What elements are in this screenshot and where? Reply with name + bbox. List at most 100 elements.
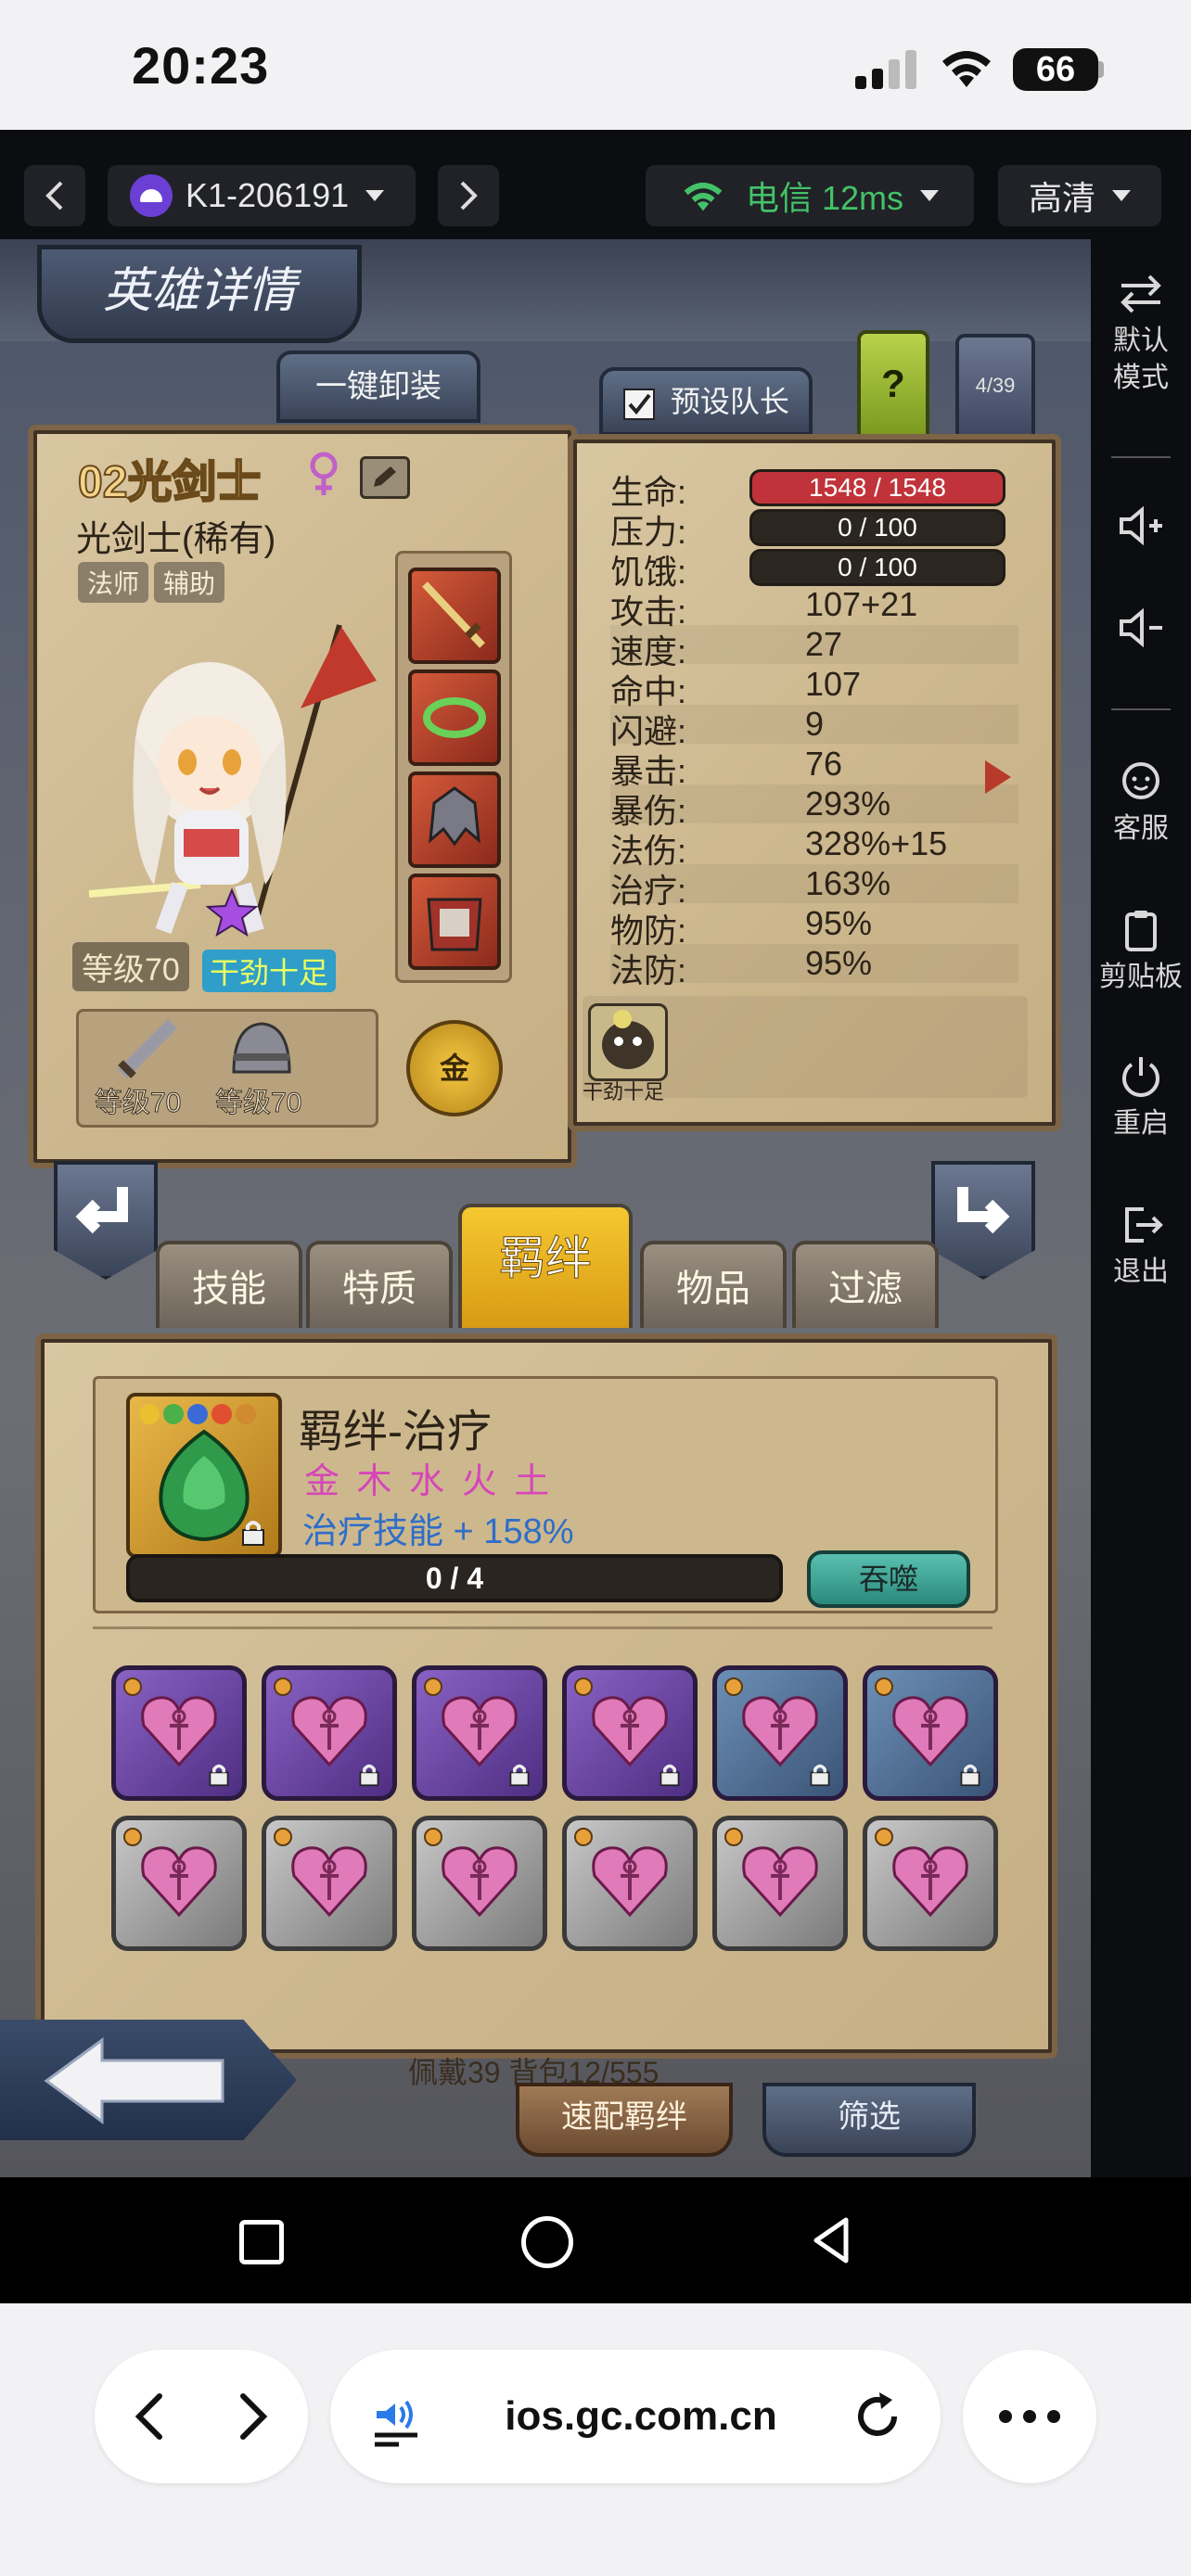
gem-slot[interactable] bbox=[712, 1816, 848, 1951]
hero-name: 02光剑士 bbox=[77, 457, 262, 508]
heart-gem-icon bbox=[892, 1846, 968, 1918]
chevron-right-icon bbox=[460, 181, 478, 210]
clipboard-button[interactable]: 剪贴板 bbox=[1091, 909, 1191, 996]
mood-face-icon bbox=[602, 1010, 654, 1069]
checkbox-checked-icon bbox=[623, 388, 655, 420]
browser-forward-icon[interactable] bbox=[230, 2391, 276, 2442]
more-button[interactable] bbox=[963, 2350, 1096, 2483]
heart-gem-icon bbox=[892, 1696, 968, 1767]
gem-slot[interactable] bbox=[562, 1816, 698, 1951]
next-device-button[interactable] bbox=[438, 165, 499, 226]
bond-gem-slot[interactable] bbox=[126, 1393, 282, 1558]
equip-slot-sword[interactable] bbox=[408, 567, 501, 664]
stat-hunger: 饥饿: 0 / 100 bbox=[610, 545, 1018, 591]
bond-progress-text: 0 / 4 bbox=[425, 1562, 484, 1595]
gem-slot[interactable] bbox=[562, 1665, 698, 1801]
sword-icon bbox=[422, 581, 485, 648]
hp-bar: 1548 / 1548 bbox=[749, 469, 1005, 506]
mood-status-icon[interactable] bbox=[588, 1003, 668, 1081]
gem-slot[interactable] bbox=[412, 1665, 547, 1801]
filter-button[interactable]: 筛选 bbox=[762, 2083, 976, 2157]
screen-title: 英雄详情 bbox=[37, 245, 362, 343]
gem-slot[interactable] bbox=[111, 1665, 247, 1801]
gem-slot[interactable] bbox=[111, 1816, 247, 1951]
volume-down-button[interactable] bbox=[1091, 606, 1191, 657]
back-button[interactable] bbox=[0, 2020, 297, 2140]
quick-bond-button[interactable]: 速配羁绊 bbox=[516, 2083, 733, 2157]
tab-items[interactable]: 物品 bbox=[640, 1241, 787, 1328]
power-icon bbox=[1122, 1057, 1159, 1097]
bond-elements: 金 木 水 火 土 bbox=[304, 1462, 554, 1501]
preset-leader-label: 预设队长 bbox=[670, 385, 789, 418]
equip-slot-ring[interactable] bbox=[408, 670, 501, 766]
support-label: 客服 bbox=[1113, 813, 1169, 844]
game-screen[interactable]: 英雄详情 一键卸装 预设队长 ? 4/39 02光剑士 光剑士(稀有) 法师 辅… bbox=[0, 239, 1091, 2177]
devour-button[interactable]: 吞噬 bbox=[807, 1550, 970, 1608]
gem-slot[interactable] bbox=[412, 1816, 547, 1951]
gem-slot[interactable] bbox=[262, 1816, 397, 1951]
restart-button[interactable]: 重启 bbox=[1091, 1055, 1191, 1142]
stat-healing: 治疗: 163% bbox=[610, 864, 1018, 910]
exit-button[interactable]: 退出 bbox=[1091, 1204, 1191, 1291]
bond-effect: 治疗技能 + 158% bbox=[302, 1512, 574, 1551]
gem-slot[interactable] bbox=[262, 1665, 397, 1801]
read-aloud-icon[interactable] bbox=[371, 2385, 421, 2450]
weapon-level: 等级70 bbox=[94, 1088, 182, 1119]
browser-back-icon[interactable] bbox=[126, 2391, 173, 2442]
stat-stress: 压力: 0 / 100 bbox=[610, 505, 1018, 551]
stat-speed: 速度: 27 bbox=[610, 625, 1018, 670]
heart-gem-icon bbox=[592, 1696, 668, 1767]
gold-badge[interactable]: 金 bbox=[406, 1020, 503, 1116]
wood-element-dot bbox=[163, 1404, 184, 1424]
device-selector[interactable]: K1-206191 bbox=[108, 165, 416, 226]
arrow-right-icon bbox=[957, 1187, 1010, 1234]
hero-mood: 干劲十足 bbox=[202, 950, 337, 992]
quality-selector[interactable]: 高清 bbox=[998, 165, 1161, 226]
prev-device-button[interactable] bbox=[24, 165, 85, 226]
gem-badge-dot bbox=[274, 1828, 292, 1846]
ring-icon bbox=[423, 697, 486, 738]
pencil-icon bbox=[374, 466, 396, 487]
prev-hero-button[interactable] bbox=[54, 1161, 158, 1280]
tab-filter[interactable]: 过滤 bbox=[792, 1241, 939, 1328]
gem-slot[interactable] bbox=[863, 1816, 998, 1951]
default-mode-button[interactable]: 默认 模式 bbox=[1091, 273, 1191, 397]
equip-slot-armor[interactable] bbox=[408, 874, 501, 970]
support-button[interactable]: 客服 bbox=[1091, 760, 1191, 848]
gem-slot[interactable] bbox=[712, 1665, 848, 1801]
next-hero-button[interactable] bbox=[931, 1161, 1035, 1280]
unequip-all-button[interactable]: 一键卸装 bbox=[276, 351, 480, 423]
arrow-left-icon bbox=[75, 1187, 128, 1234]
home-button[interactable] bbox=[521, 2216, 573, 2268]
heart-gem-icon bbox=[442, 1696, 518, 1767]
address-bar[interactable]: ios.gc.com.cn bbox=[330, 2350, 941, 2483]
recents-button[interactable] bbox=[239, 2220, 284, 2264]
expand-stats-arrow-icon[interactable] bbox=[981, 757, 1015, 797]
equip-slot-helmet[interactable] bbox=[408, 772, 501, 868]
status-bar: 20:23 66 bbox=[0, 0, 1191, 130]
tab-traits[interactable]: 特质 bbox=[306, 1241, 453, 1328]
exit-label: 退出 bbox=[1113, 1256, 1169, 1287]
volume-up-button[interactable] bbox=[1091, 504, 1191, 555]
edit-name-button[interactable] bbox=[360, 456, 410, 499]
armor-level: 等级70 bbox=[214, 1088, 302, 1119]
network-selector[interactable]: 电信 12ms bbox=[646, 165, 974, 226]
bond-title: 羁绊-治疗 bbox=[299, 1408, 492, 1457]
tab-bonds[interactable]: 羁绊 bbox=[458, 1204, 633, 1328]
back-nav-button[interactable] bbox=[809, 2216, 855, 2264]
signal-icon bbox=[855, 50, 916, 89]
earth-element-dot bbox=[236, 1404, 256, 1424]
reload-icon[interactable] bbox=[852, 2391, 905, 2444]
star-icon bbox=[206, 888, 258, 937]
device-name: K1-206191 bbox=[186, 176, 350, 214]
exit-icon bbox=[1125, 1207, 1163, 1243]
gem-slot[interactable] bbox=[863, 1665, 998, 1801]
volume-up-icon bbox=[1120, 505, 1162, 546]
lock-icon bbox=[509, 1764, 530, 1787]
tab-skills[interactable]: 技能 bbox=[156, 1241, 302, 1328]
stats-list: 生命: 1548 / 1548 压力: 0 / 100 饥饿: 0 / 100 … bbox=[610, 465, 1018, 994]
browser-nav-pill bbox=[95, 2350, 308, 2483]
stat-value: 163% bbox=[805, 864, 891, 902]
help-button[interactable]: ? bbox=[857, 330, 929, 440]
preset-leader-toggle[interactable]: 预设队长 bbox=[599, 367, 813, 436]
